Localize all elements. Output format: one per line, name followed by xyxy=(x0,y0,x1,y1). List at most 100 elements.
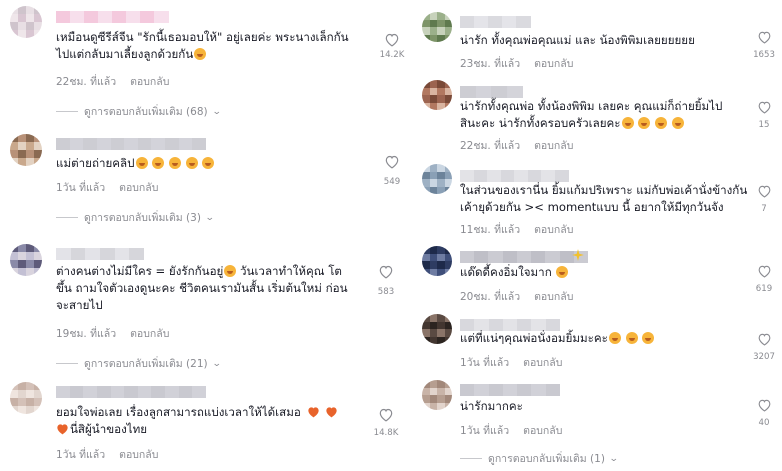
username-pixel xyxy=(70,248,86,260)
username[interactable] xyxy=(56,138,207,150)
comment-meta: 1วัน ที่แล้ว ตอบกลับ xyxy=(56,446,158,463)
username-pixel xyxy=(460,86,476,98)
like-button[interactable]: 14.8K xyxy=(366,407,406,438)
avatar-pixel xyxy=(26,244,34,252)
smile-emoji xyxy=(194,48,207,60)
view-more-replies[interactable]: ดูการตอบกลับเพิ่มเติม (68) ⌄ xyxy=(56,103,221,120)
smile-emoji xyxy=(168,157,181,169)
avatar-pixel xyxy=(429,186,437,194)
reply-button[interactable]: ตอบกลับ xyxy=(523,425,562,437)
avatar[interactable] xyxy=(10,244,42,276)
username-pixel xyxy=(475,86,492,98)
smile-emoji xyxy=(152,157,165,169)
avatar-pixel xyxy=(444,402,452,410)
username-pixel xyxy=(460,251,475,263)
like-button[interactable]: 3207 xyxy=(744,332,782,362)
chevron-down-icon: ⌄ xyxy=(608,453,619,464)
avatar-pixel xyxy=(429,261,437,269)
like-button[interactable]: 583 xyxy=(366,264,406,297)
like-button[interactable]: 619 xyxy=(744,264,782,294)
username-pixel xyxy=(473,170,488,182)
avatar-pixel xyxy=(18,134,26,142)
username-pixel xyxy=(83,138,98,150)
avatar-pixel xyxy=(429,380,437,388)
username[interactable] xyxy=(460,384,561,396)
username[interactable] xyxy=(56,386,207,398)
heart-outline-icon xyxy=(758,101,770,114)
avatar-pixel xyxy=(444,395,452,403)
like-button[interactable]: 1653 xyxy=(744,30,782,60)
avatar[interactable] xyxy=(422,12,452,42)
like-button[interactable]: 40 xyxy=(744,398,782,428)
avatar-pixel xyxy=(34,260,42,268)
reply-button[interactable]: ตอบกลับ xyxy=(130,328,169,340)
username-pixel xyxy=(541,170,555,182)
heart-outline-icon xyxy=(379,265,393,279)
avatar-pixel xyxy=(437,87,445,95)
avatar-pixel xyxy=(437,95,445,103)
username-pixel xyxy=(96,386,112,398)
avatar-pixel xyxy=(437,34,445,42)
like-button[interactable]: 14.2K xyxy=(372,32,412,60)
reply-button[interactable]: ตอบกลับ xyxy=(534,291,573,303)
username-pixel xyxy=(474,384,490,396)
avatar-pixel xyxy=(444,380,452,388)
username-pixel xyxy=(506,86,523,98)
username-pixel xyxy=(474,16,489,28)
divider xyxy=(56,363,78,364)
avatar-pixel xyxy=(26,150,34,158)
avatar-pixel xyxy=(429,395,437,403)
avatar-pixel xyxy=(34,406,42,414)
like-button[interactable]: 549 xyxy=(372,154,412,187)
username-pixel xyxy=(500,170,515,182)
reply-button[interactable]: ตอบกลับ xyxy=(534,58,573,70)
username[interactable] xyxy=(56,11,169,23)
avatar[interactable] xyxy=(10,134,42,166)
username[interactable] xyxy=(56,248,145,260)
avatar-pixel xyxy=(444,164,452,172)
reply-button[interactable]: ตอบกลับ xyxy=(130,76,169,88)
reply-button[interactable]: ตอบกลับ xyxy=(523,357,562,369)
username[interactable] xyxy=(460,170,569,182)
avatar-pixel xyxy=(422,246,430,254)
reply-button[interactable]: ตอบกลับ xyxy=(119,449,158,461)
username[interactable] xyxy=(460,251,589,263)
avatar[interactable] xyxy=(422,246,452,276)
avatar-pixel xyxy=(429,179,437,187)
avatar-pixel xyxy=(429,87,437,95)
username-pixel xyxy=(126,11,141,23)
orange-heart-emoji xyxy=(326,407,337,418)
avatar[interactable] xyxy=(422,380,452,410)
avatar[interactable] xyxy=(422,164,452,194)
comment-meta: 1วัน ที่แล้ว ตอบกลับ xyxy=(460,422,562,439)
like-button[interactable]: 15 xyxy=(744,100,782,130)
username-pixel xyxy=(460,16,475,28)
avatar-pixel xyxy=(429,387,437,395)
reply-button[interactable]: ตอบกลับ xyxy=(534,224,573,236)
avatar-pixel xyxy=(34,134,42,142)
avatar-pixel xyxy=(10,22,18,30)
view-more-replies[interactable]: ดูการตอบกลับเพิ่มเติม (21) ⌄ xyxy=(56,355,221,372)
avatar-pixel xyxy=(26,14,34,22)
reply-button[interactable]: ตอบกลับ xyxy=(534,140,573,152)
comment-item: แด๊ดดี้คงอิ่มใจมาก 20ชม. ที่แล้ว ตอบกลับ … xyxy=(422,246,778,304)
avatar-pixel xyxy=(429,171,437,179)
avatar-pixel xyxy=(26,22,34,30)
like-button[interactable]: 7 xyxy=(744,184,782,214)
avatar-pixel xyxy=(429,268,437,276)
avatar[interactable] xyxy=(10,6,42,38)
view-more-replies[interactable]: ดูการตอบกลับเพิ่มเติม (1) ⌄ xyxy=(460,450,619,467)
avatar[interactable] xyxy=(422,80,452,110)
avatar-pixel xyxy=(26,6,34,14)
comment-time: 1วัน ที่แล้ว xyxy=(56,449,106,461)
avatar-pixel xyxy=(437,380,445,388)
avatar[interactable] xyxy=(10,382,42,414)
avatar[interactable] xyxy=(422,314,452,344)
username[interactable] xyxy=(460,16,531,28)
avatar-pixel xyxy=(444,186,452,194)
smile-emoji xyxy=(621,117,634,129)
reply-button[interactable]: ตอบกลับ xyxy=(119,182,158,194)
like-count: 14.8K xyxy=(373,428,399,438)
username[interactable] xyxy=(460,86,523,98)
view-more-replies[interactable]: ดูการตอบกลับเพิ่มเติม (3) ⌄ xyxy=(56,209,215,226)
